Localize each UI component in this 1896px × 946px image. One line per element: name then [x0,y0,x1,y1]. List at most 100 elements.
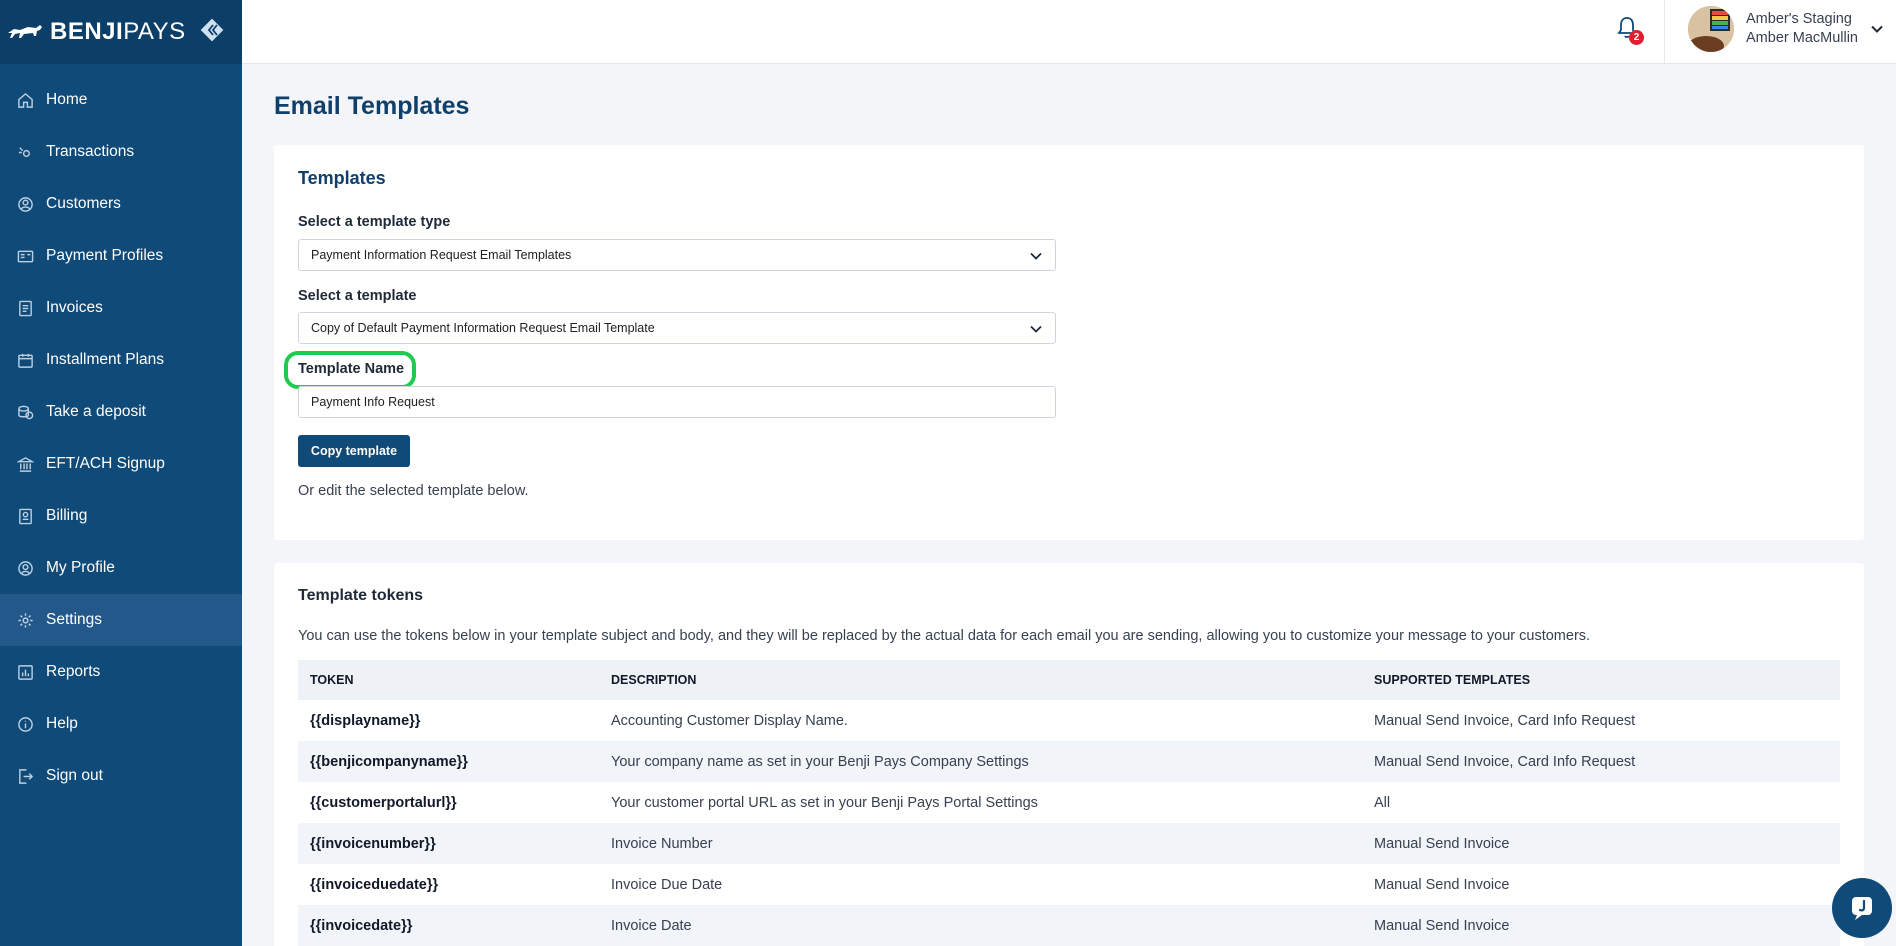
sidebar-item-label: Sign out [46,767,103,784]
sidebar-item-eft-ach-signup[interactable]: EFT/ACH Signup [0,438,242,490]
sidebar-item-billing[interactable]: Billing [0,490,242,542]
token-cell: {{invoicedate}} [298,905,599,946]
chat-icon [1852,897,1872,920]
help-icon [16,715,34,733]
company-name: Amber's Staging [1746,11,1852,27]
column-header-supported-templates: SUPPORTED TEMPLATES [1362,660,1840,700]
sidebar-item-help[interactable]: Help [0,698,242,750]
description-cell: Your company name as set in your Benji P… [599,741,1362,782]
sidebar-item-take-a-deposit[interactable]: Take a deposit [0,386,242,438]
user-name: Amber MacMullin [1746,30,1858,46]
edit-hint-text: Or edit the selected template below. [298,483,529,499]
sidebar-item-label: Home [46,91,88,108]
template-label: Select a template [298,288,417,304]
deposit-icon [16,403,34,421]
tokens-table: TOKEN DESCRIPTION SUPPORTED TEMPLATES {{… [298,660,1840,946]
sidebar-item-my-profile[interactable]: My Profile [0,542,242,594]
topbar-divider [1664,0,1665,64]
transactions-icon [16,143,34,161]
table-row: {{invoicenumber}} Invoice Number Manual … [298,823,1840,864]
reports-icon [16,663,34,681]
description-cell: Accounting Customer Display Name. [611,712,848,729]
invoices-icon [16,299,34,317]
template-type-value: Payment Information Request Email Templa… [311,248,572,262]
templates-card: Templates Select a template type Payment… [274,145,1864,540]
sidebar-item-label: Billing [46,507,88,524]
table-row: {{displayname}} Accounting Customer Disp… [298,700,1840,741]
notifications-button[interactable]: 2 [1616,16,1644,46]
chevron-down-icon [1871,25,1883,33]
template-name-input[interactable]: Payment Info Request [298,386,1056,418]
sidebar-item-label: Help [46,715,78,732]
sidebar-item-sign-out[interactable]: Sign out [0,750,242,802]
sidebar-item-label: Settings [46,611,103,628]
profile-icon [16,559,34,577]
sidebar-item-label: Take a deposit [46,403,146,420]
token-cell: {{benjicompanyname}} [298,741,599,782]
sidebar-item-label: Reports [46,663,101,680]
description-cell: Invoice Due Date [611,876,723,893]
token-cell: {{displayname}} [310,712,421,729]
sidebar-item-label: Installment Plans [46,351,165,368]
template-tokens-title: Template tokens [298,587,424,604]
template-tokens-card: Template tokens You can use the tokens b… [274,563,1864,946]
description-cell: Invoice Number [599,823,1362,864]
template-type-label: Select a template type [298,214,451,230]
supported-cell: Manual Send Invoice [1362,823,1840,864]
billing-icon [16,507,34,525]
home-icon [16,91,34,109]
sidebar-item-installment-plans[interactable]: Installment Plans [0,334,242,386]
token-cell: {{invoicenumber}} [298,823,599,864]
sidebar-item-label: Payment Profiles [46,247,164,264]
sidebar: BENJIPAYS Home Transactions Customers Pa… [0,0,242,946]
sidebar-item-reports[interactable]: Reports [0,646,242,698]
column-header-description: DESCRIPTION [599,660,1362,700]
sidebar-item-settings[interactable]: Settings [0,594,242,646]
sidebar-item-invoices[interactable]: Invoices [0,282,242,334]
table-row: {{benjicompanyname}} Your company name a… [298,741,1840,782]
supported-cell: All [1374,794,1391,811]
table-row: {{customerportalurl}} Your customer port… [298,782,1840,823]
template-name-label: Template Name [298,361,405,377]
sidebar-item-payment-profiles[interactable]: Payment Profiles [0,230,242,282]
column-header-token: TOKEN [298,660,599,700]
sign-out-icon [16,767,34,785]
chat-support-button[interactable] [1832,878,1892,938]
supported-cell: Manual Send Invoice, Card Info Request [1374,712,1636,729]
brand-name: BENJIPAYS [50,18,186,45]
template-name-value: Payment Info Request [311,395,435,409]
notification-count-badge: 2 [1629,30,1644,45]
template-tokens-description: You can use the tokens below in your tem… [298,628,1591,644]
sidebar-item-label: My Profile [46,559,115,576]
sidebar-item-home[interactable]: Home [0,74,242,126]
bank-icon [16,455,34,473]
customers-icon [16,195,34,213]
templates-title: Templates [298,168,386,188]
sidebar-item-transactions[interactable]: Transactions [0,126,242,178]
collapse-icon [200,18,224,42]
description-cell: Invoice Date [599,905,1362,946]
dog-logo-icon [8,25,42,38]
page-title: Email Templates [274,92,470,120]
template-value: Copy of Default Payment Information Requ… [311,321,655,335]
supported-cell: Manual Send Invoice [1374,876,1510,893]
user-info: Amber's Staging Amber MacMullin [1746,10,1858,48]
table-row: {{invoiceduedate}} Invoice Due Date Manu… [298,864,1840,905]
token-cell: {{customerportalurl}} [310,794,457,811]
calendar-icon [16,351,34,369]
token-cell: {{invoiceduedate}} [310,876,439,893]
user-menu[interactable]: Amber's Staging Amber MacMullin [1688,6,1884,52]
benji-pays-logo[interactable]: BENJIPAYS [6,18,186,46]
sidebar-item-label: Invoices [46,299,103,316]
collapse-sidebar-button[interactable] [198,16,226,44]
description-cell: Your customer portal URL as set in your … [611,794,1038,811]
template-select[interactable]: Copy of Default Payment Information Requ… [298,312,1056,344]
avatar [1688,6,1734,52]
topbar: 2 Amber's Staging Amber MacMullin [242,0,1896,64]
sidebar-item-customers[interactable]: Customers [0,178,242,230]
template-type-select[interactable]: Payment Information Request Email Templa… [298,239,1056,271]
table-row: {{invoicedate}} Invoice Date Manual Send… [298,905,1840,946]
sidebar-item-label: Customers [46,195,121,212]
payment-profiles-icon [16,247,34,265]
copy-template-button[interactable]: Copy template [298,435,410,467]
